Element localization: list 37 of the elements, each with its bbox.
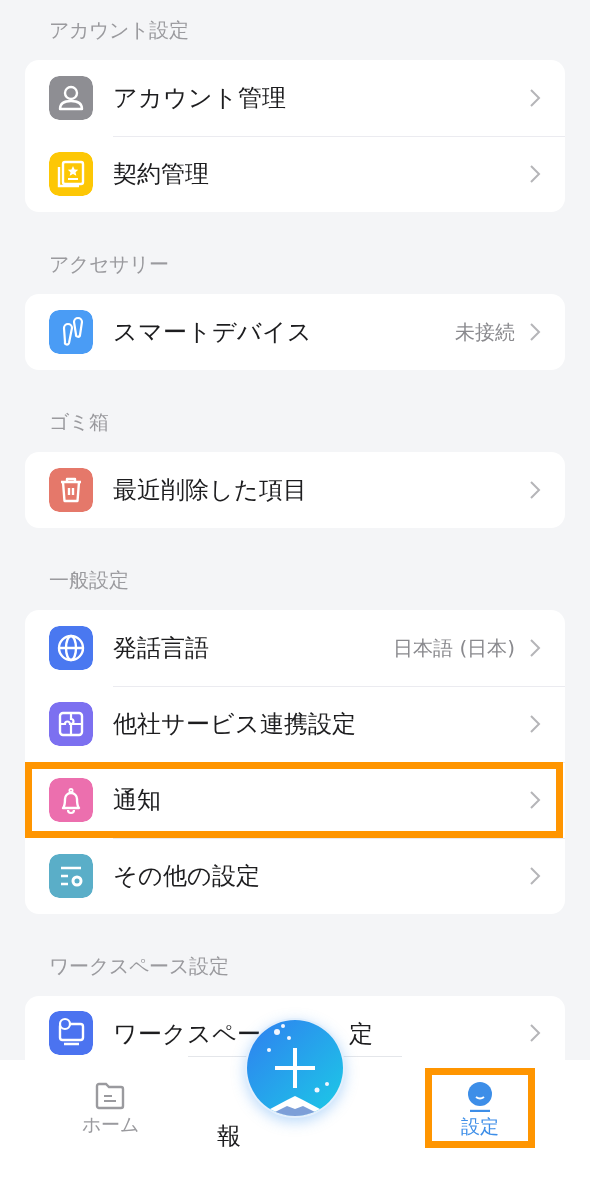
- row-label: 契約管理: [113, 159, 209, 190]
- chevron-icon: [529, 1023, 541, 1043]
- settings-row[interactable]: 契約管理: [25, 136, 565, 212]
- row-value: 日本語 (日本): [393, 634, 515, 662]
- chevron-icon: [529, 480, 541, 500]
- settings-row[interactable]: スマートデバイス 未接続: [25, 294, 565, 370]
- row-label: その他の設定: [113, 861, 260, 892]
- settings-row[interactable]: 他社サービス連携設定: [25, 686, 565, 762]
- profile-icon: [466, 1082, 494, 1112]
- settings-row[interactable]: 通知: [25, 762, 565, 838]
- section-header: 一般設定: [48, 567, 130, 594]
- chevron-icon: [529, 790, 541, 810]
- settings-row[interactable]: 最近削除した項目: [25, 452, 565, 528]
- chevron-icon: [529, 866, 541, 886]
- chevron-icon: [529, 88, 541, 108]
- row-label: スマートデバイス: [113, 317, 312, 348]
- section-header: ワークスペース設定: [48, 953, 230, 980]
- settings-row[interactable]: 発話言語 日本語 (日本): [25, 610, 565, 686]
- section-header: アクセサリー: [48, 251, 170, 278]
- row-label: 発話言語: [113, 633, 209, 664]
- chevron-icon: [529, 714, 541, 734]
- section-header: ゴミ箱: [48, 409, 110, 436]
- row-value: 未接続: [455, 318, 515, 346]
- tab-item[interactable]: 報: [217, 1060, 241, 1160]
- row-label: 定: [349, 1019, 373, 1050]
- row-label: 最近削除した項目: [113, 475, 307, 506]
- row-label: 通知: [113, 785, 161, 816]
- row-label: 他社サービス連携設定: [113, 709, 356, 740]
- chevron-icon: [529, 322, 541, 342]
- chevron-icon: [529, 164, 541, 184]
- row-label: アカウント管理: [113, 83, 286, 114]
- settings-row[interactable]: その他の設定: [25, 838, 565, 914]
- settings-row[interactable]: アカウント管理: [25, 60, 565, 136]
- folder-icon: [94, 1082, 126, 1110]
- section-header: アカウント設定: [48, 17, 190, 44]
- row-label: ワークスペー: [113, 1019, 261, 1050]
- chevron-icon: [529, 638, 541, 658]
